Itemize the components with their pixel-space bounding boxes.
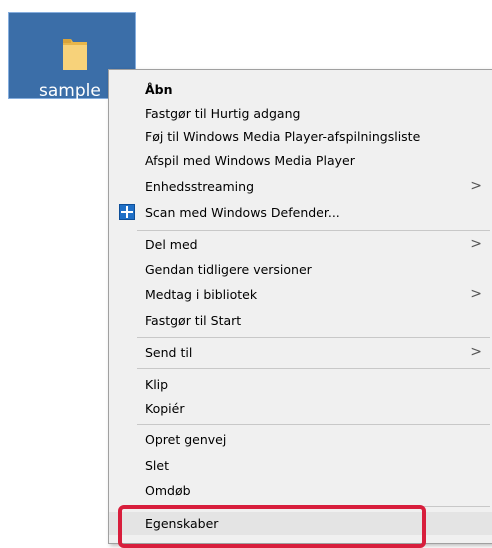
- menu-item-label: Klip: [145, 377, 169, 392]
- menu-item-label: Del med: [145, 237, 198, 252]
- menu-item-label: Enhedsstreaming: [145, 179, 255, 194]
- menu-item-label: Slet: [145, 458, 169, 473]
- menu-item-label: Føj til Windows Media Player-afspilnings…: [145, 129, 421, 144]
- highlight-annotation-box: [118, 505, 426, 548]
- menu-item-copy[interactable]: Kopiér: [109, 397, 492, 420]
- menu-item-label: Opret genvej: [145, 432, 227, 447]
- menu-item-open[interactable]: Åbn: [109, 78, 492, 101]
- menu-item-label: Fastgør til Start: [145, 313, 242, 328]
- menu-item-rename[interactable]: Omdøb: [109, 479, 492, 502]
- menu-item-restore-previous-versions[interactable]: Gendan tidligere versioner: [109, 258, 492, 281]
- menu-item-scan-defender[interactable]: Scan med Windows Defender...: [109, 201, 492, 224]
- menu-item-share-with[interactable]: Del med >: [109, 233, 492, 256]
- menu-separator: [137, 230, 490, 231]
- chevron-right-icon: >: [470, 286, 482, 302]
- chevron-right-icon: >: [470, 236, 482, 252]
- menu-item-device-streaming[interactable]: Enhedsstreaming >: [109, 175, 492, 198]
- menu-separator: [137, 368, 490, 369]
- menu-item-send-to[interactable]: Send til >: [109, 341, 492, 364]
- menu-item-label: Afspil med Windows Media Player: [145, 153, 355, 168]
- file-name-label: sample: [39, 81, 101, 101]
- menu-separator: [137, 337, 490, 338]
- menu-item-label: Åbn: [145, 82, 173, 97]
- menu-item-label: Medtag i bibliotek: [145, 287, 258, 302]
- menu-item-label: Fastgør til Hurtig adgang: [145, 106, 301, 121]
- chevron-right-icon: >: [470, 344, 482, 360]
- menu-item-label: Omdøb: [145, 483, 191, 498]
- menu-item-label: Send til: [145, 345, 193, 360]
- menu-item-pin-quick-access[interactable]: Fastgør til Hurtig adgang: [109, 102, 492, 125]
- chevron-right-icon: >: [470, 178, 482, 194]
- windows-defender-shield-icon: [119, 204, 135, 220]
- menu-item-delete[interactable]: Slet: [109, 454, 492, 477]
- menu-item-label: Gendan tidligere versioner: [145, 262, 312, 277]
- menu-item-label: Scan med Windows Defender...: [145, 205, 340, 220]
- menu-item-cut[interactable]: Klip: [109, 373, 492, 396]
- menu-item-add-to-wmp-playlist[interactable]: Føj til Windows Media Player-afspilnings…: [109, 125, 492, 148]
- menu-separator: [137, 424, 490, 425]
- menu-item-pin-to-start[interactable]: Fastgør til Start: [109, 309, 492, 332]
- menu-item-play-with-wmp[interactable]: Afspil med Windows Media Player: [109, 149, 492, 172]
- context-menu: Åbn Fastgør til Hurtig adgang Føj til Wi…: [108, 69, 492, 544]
- menu-item-create-shortcut[interactable]: Opret genvej: [109, 428, 492, 451]
- menu-item-include-in-library[interactable]: Medtag i bibliotek >: [109, 283, 492, 306]
- menu-item-label: Kopiér: [145, 401, 185, 416]
- folder-icon: [63, 39, 87, 70]
